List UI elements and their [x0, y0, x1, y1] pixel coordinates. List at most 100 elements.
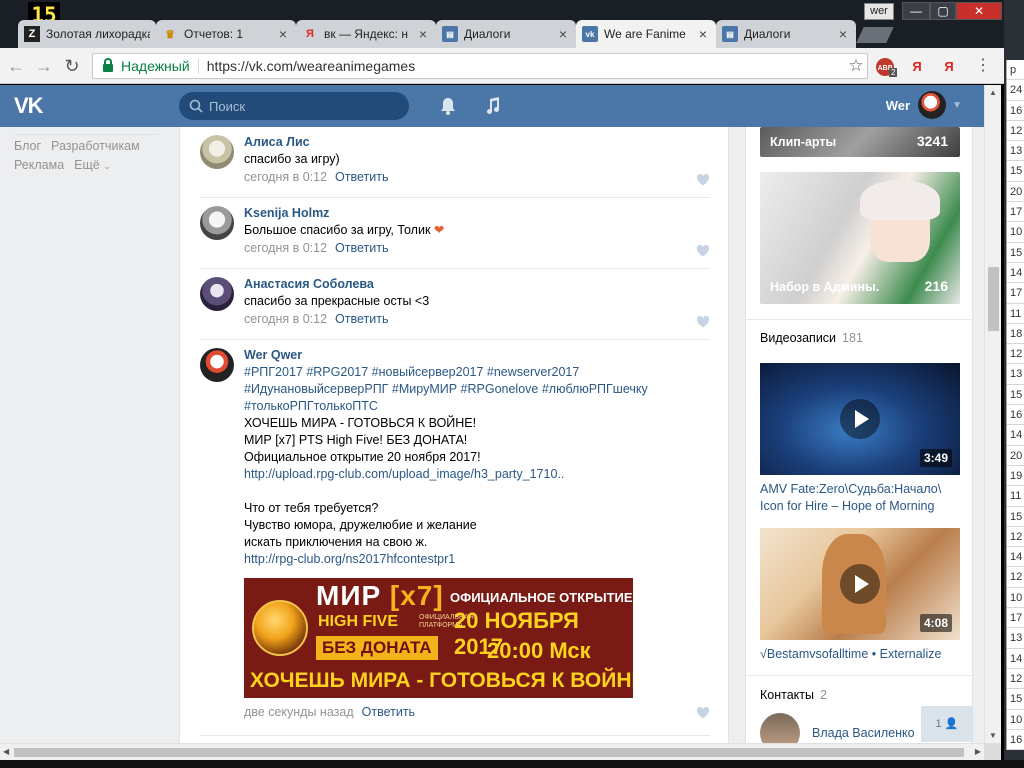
vk-logo-icon[interactable]: VK	[14, 94, 48, 118]
comment-item: Алиса Лис спасибо за игру) сегодня в 0:1…	[200, 127, 710, 198]
secure-label[interactable]: Надежный	[121, 58, 199, 74]
back-arrow-icon[interactable]: ←	[6, 56, 26, 76]
comment-author[interactable]: Wer Qwer	[244, 347, 710, 364]
blog-link[interactable]: Блог	[14, 137, 41, 156]
like-heart-icon[interactable]	[696, 173, 710, 187]
spreadsheet-cell: 13	[1007, 628, 1024, 649]
video-title[interactable]: √Bestamvsofalltime • Externalize	[760, 646, 960, 663]
comment-text: спасибо за прекрасные осты <3	[244, 294, 430, 308]
music-note-icon[interactable]	[482, 95, 504, 117]
new-tab-button[interactable]	[856, 27, 894, 43]
avatar[interactable]	[200, 277, 234, 311]
horizontal-scrollbar[interactable]: ◀ ▶	[0, 743, 984, 760]
ads-link[interactable]: Реклама	[14, 156, 64, 176]
album-clipart[interactable]: Клип-арты 3241	[760, 127, 960, 157]
notifications-bell-icon[interactable]	[437, 95, 459, 117]
comment-time[interactable]: сегодня в 0:12	[244, 241, 327, 255]
scroll-right-arrow-icon[interactable]: ▶	[975, 747, 981, 756]
tab-dialogs-2[interactable]: ▤ Диалоги ×	[716, 20, 856, 48]
tab-we-are-anime[interactable]: vk We are Fanime ×	[576, 20, 716, 48]
reply-link[interactable]: Ответить	[335, 241, 388, 255]
scroll-down-arrow-icon[interactable]: ▼	[989, 731, 997, 740]
like-heart-icon[interactable]	[696, 706, 710, 720]
minimize-button[interactable]: —	[902, 2, 930, 20]
tab-close-icon[interactable]: ×	[416, 26, 430, 42]
tab-close-icon[interactable]: ×	[276, 26, 290, 42]
person-icon: 👤	[944, 718, 959, 730]
background-spreadsheet: р 24 16 12 13 15 20 17 10 15 14 17 11 18 12 13 15 16 14 20 1…	[1006, 60, 1024, 751]
tab-yandex-search[interactable]: Я вк — Яндекс: н ×	[296, 20, 436, 48]
videos-header[interactable]: Видеозаписи 181	[760, 331, 863, 345]
maximize-button[interactable]: ▢	[930, 2, 956, 20]
scrollbar-thumb[interactable]	[14, 748, 964, 757]
reply-link[interactable]: Ответить	[362, 705, 415, 719]
vertical-scrollbar[interactable]: ▲ ▼	[984, 85, 1001, 743]
forward-arrow-icon[interactable]: →	[34, 56, 54, 76]
comment-author[interactable]: Анастасия Соболева	[244, 276, 710, 293]
browser-menu-icon[interactable]: ⋮	[975, 56, 991, 76]
like-heart-icon[interactable]	[696, 244, 710, 258]
vk-search-input[interactable]: Поиск	[179, 92, 409, 120]
banner-time: 20:00 Мск	[487, 638, 591, 663]
user-menu[interactable]: Wer ▼	[886, 91, 962, 119]
lock-icon	[103, 58, 113, 72]
scrollbar-thumb[interactable]	[988, 267, 999, 331]
spreadsheet-cell: 16	[1007, 101, 1024, 121]
comment-time[interactable]: сегодня в 0:12	[244, 170, 327, 184]
bookmark-star-icon[interactable]: ☆	[845, 56, 867, 76]
promo-banner-image[interactable]: МИР [x7] HIGH FIVE ОФИЦИАЛЬНАЯ ПЛАТФОРМА…	[244, 578, 633, 698]
video-title[interactable]: AMV Fate:Zero\Судьба:Начало\ Icon for Hi…	[760, 481, 960, 515]
tab-dialogs-1[interactable]: ▤ Диалоги ×	[436, 20, 576, 48]
tab-close-icon[interactable]: ×	[556, 26, 570, 42]
yandex-extension-icon-2[interactable]: Я	[940, 58, 958, 76]
comment-author[interactable]: Алиса Лис	[244, 134, 710, 151]
crown-favicon-icon: ♛	[165, 28, 175, 41]
spreadsheet-cell: 15	[1007, 507, 1024, 527]
comment-author[interactable]: Ksenija Holmz	[244, 205, 710, 222]
close-window-button[interactable]: ✕	[956, 2, 1002, 20]
wall-comments: Алиса Лис спасибо за игру) сегодня в 0:1…	[179, 127, 729, 743]
contact-item[interactable]: Влада Василенко	[760, 713, 915, 743]
tab-close-icon[interactable]: ×	[836, 26, 850, 42]
more-link[interactable]: Ещё ⌄	[74, 156, 111, 176]
like-heart-icon[interactable]	[696, 315, 710, 329]
play-icon[interactable]	[840, 399, 880, 439]
comment-time[interactable]: две секунды назад	[244, 705, 354, 719]
tab-reports[interactable]: ♛ Отчетов: 1 ×	[156, 20, 296, 48]
avatar[interactable]	[200, 135, 234, 169]
hashtags[interactable]: #ИдунановыйсерверРПГ #МируМИР #RPGonelov…	[244, 381, 710, 398]
avatar[interactable]	[200, 348, 234, 382]
hashtags[interactable]: #РПГ2017 #RPG2017 #новыйсервер2017 #news…	[244, 364, 710, 381]
album-admin-recruit[interactable]: Набор в Админы. 216	[760, 172, 960, 304]
tab-strip: 15 wer — ▢ ✕ Z Золотая лихорадка ♛ Отчет…	[0, 0, 1004, 48]
reply-link[interactable]: Ответить	[335, 312, 388, 326]
address-bar[interactable]: Надежный https://vk.com/weareanimegames …	[92, 53, 868, 79]
profile-button[interactable]: wer	[864, 3, 894, 20]
comment-time[interactable]: сегодня в 0:12	[244, 312, 327, 326]
online-friends-button[interactable]: 1 👤	[921, 706, 973, 742]
avatar[interactable]	[200, 206, 234, 240]
developers-link[interactable]: Разработчикам	[51, 137, 140, 156]
post-text: Что от тебя требуется?	[244, 501, 379, 515]
spreadsheet-cell: 13	[1007, 364, 1024, 385]
reply-link[interactable]: Ответить	[335, 170, 388, 184]
comment-item: Ksenija Holmz Большое спасибо за игру, Т…	[200, 198, 710, 269]
hashtags[interactable]: #толькоРПГтолькоПТС	[244, 398, 710, 415]
post-link[interactable]: http://upload.rpg-club.com/upload_image/…	[244, 466, 710, 483]
contacts-header[interactable]: Контакты 2	[760, 688, 827, 702]
tab-close-icon[interactable]: ×	[696, 26, 710, 42]
play-icon[interactable]	[840, 564, 880, 604]
video-thumbnail[interactable]: 4:08	[760, 528, 960, 640]
url-text[interactable]: https://vk.com/weareanimegames	[207, 58, 845, 74]
scroll-up-arrow-icon[interactable]: ▲	[989, 88, 997, 97]
post-text: ХОЧЕШЬ МИРА - ГОТОВЬСЯ К ВОЙНЕ!	[244, 416, 477, 430]
scroll-left-arrow-icon[interactable]: ◀	[3, 747, 9, 756]
post-text: искать приключения на свою ж.	[244, 535, 428, 549]
yandex-extension-icon[interactable]: Я	[908, 58, 926, 76]
post-link[interactable]: http://rpg-club.org/ns2017hfcontestpr1	[244, 551, 710, 568]
post-text: Чувство юмора, дружелюбие и желание	[244, 518, 477, 532]
tab-title: Золотая лихорадка	[46, 27, 150, 41]
video-thumbnail[interactable]: 3:49	[760, 363, 960, 475]
reload-icon[interactable]: ↻	[62, 56, 82, 76]
tab-gold-rush[interactable]: Z Золотая лихорадка	[18, 20, 156, 48]
